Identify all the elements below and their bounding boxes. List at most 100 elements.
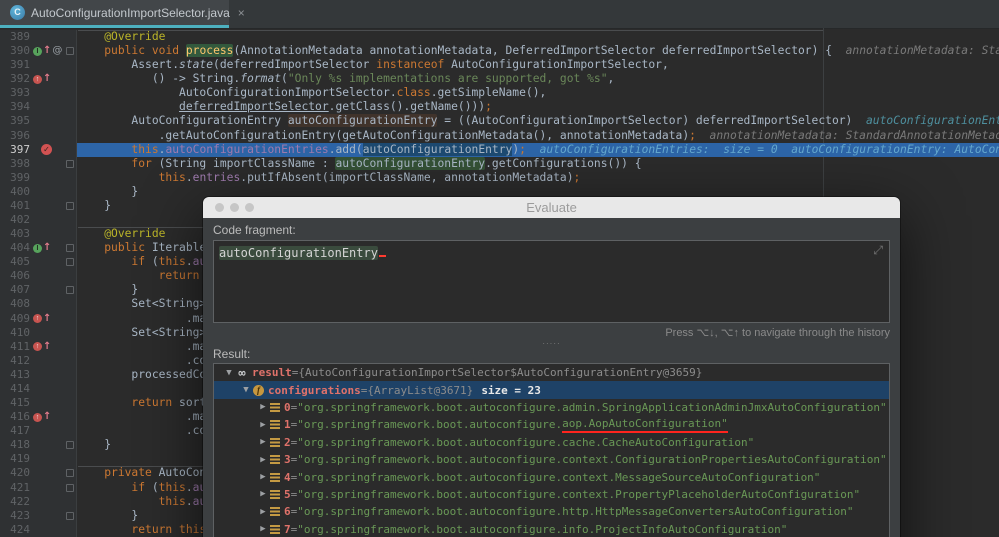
code-fragment-input[interactable]: autoConfigurationEntry ⤢ [213,240,890,323]
fold-marker-icon[interactable] [66,47,74,56]
expander-icon[interactable]: ▼ [222,368,236,378]
line-number[interactable]: 398 [0,157,30,171]
code-line[interactable]: Assert.state(deferredImportSelector inst… [77,58,999,72]
gutter-icons [30,171,33,185]
line-number[interactable]: 392 [0,72,30,86]
line-number[interactable]: 394 [0,100,30,114]
expander-icon[interactable]: ▶ [256,507,270,517]
fold-marker-icon[interactable] [66,201,74,210]
evaluate-dialog: Evaluate Code fragment: autoConfiguratio… [203,197,900,537]
line-number[interactable]: 421 [0,481,30,495]
code-line[interactable]: AutoConfigurationImportSelector.class.ge… [77,86,999,100]
tree-row-6[interactable]: ▶ 6 = "org.springframework.boot.autoconfi… [214,503,889,520]
fold-marker-icon[interactable] [66,159,74,168]
dialog-titlebar[interactable]: Evaluate [203,197,900,218]
line-number[interactable]: 414 [0,382,30,396]
code-line[interactable]: this.entries.putIfAbsent(importClassName… [77,171,999,185]
line-number[interactable]: 420 [0,466,30,480]
code-line[interactable]: this.autoConfigurationEntries.add(autoCo… [77,142,999,157]
code-line[interactable]: .getAutoConfigurationEntry(getAutoConfig… [77,129,999,143]
line-number[interactable]: 402 [0,213,30,227]
line-number[interactable]: 422 [0,495,30,509]
line-number[interactable]: 418 [0,438,30,452]
gutter-icons: ↑ ↑ [30,72,51,86]
tree-row-0[interactable]: ▶ 0 = "org.springframework.boot.autoconfi… [214,399,889,416]
gutter-icons [30,114,33,128]
line-number[interactable]: 405 [0,255,30,269]
line-number[interactable]: 390 [0,44,30,58]
line-number[interactable]: 401 [0,199,30,213]
expander-icon[interactable]: ▶ [256,402,270,412]
minimize-window-icon[interactable] [230,203,239,212]
code-line[interactable]: () -> String.format("Only %s implementat… [77,72,999,86]
gutter: 399 [0,170,77,185]
breakpoint-verified-icon[interactable]: ✓ [41,144,52,156]
line-number[interactable]: 413 [0,368,30,382]
gutter-icons [30,452,33,466]
fold-marker-icon[interactable] [66,469,74,478]
line-number[interactable]: 406 [0,269,30,283]
gutter-icons [30,354,33,368]
gutter-icons [30,227,33,241]
line-number[interactable]: 416 [0,410,30,424]
code-line[interactable]: @Override [77,30,999,44]
line-number[interactable]: 423 [0,509,30,523]
line-number[interactable]: 419 [0,452,30,466]
code-line[interactable]: deferredImportSelector.getClass().getNam… [77,100,999,114]
line-number[interactable]: 403 [0,227,30,241]
line-number[interactable]: 393 [0,86,30,100]
tree-row-4[interactable]: ▶ 4 = "org.springframework.boot.autoconfi… [214,468,889,485]
expander-icon[interactable]: ▶ [256,455,270,465]
expander-icon[interactable]: ▼ [239,385,253,395]
line-number[interactable]: 409 [0,312,30,326]
line-number[interactable]: 396 [0,129,30,143]
tree-row-5[interactable]: ▶ 5 = "org.springframework.boot.autoconfi… [214,486,889,503]
tab-close-icon[interactable]: × [238,7,245,19]
fold-marker-icon[interactable] [66,511,74,520]
tree-row-1[interactable]: ▶ 1 = "org.springframework.boot.autoconfi… [214,416,889,433]
line-number[interactable]: 411 [0,340,30,354]
tree-row-2[interactable]: ▶ 2 = "org.springframework.boot.autoconfi… [214,434,889,451]
fold-marker-icon[interactable] [66,483,74,492]
expander-icon[interactable]: ▶ [256,437,270,447]
expander-icon[interactable]: ▶ [256,524,270,534]
tree-row-7[interactable]: ▶ 7 = "org.springframework.boot.autoconfi… [214,521,889,537]
array-item-icon [270,472,280,482]
fold-marker-icon[interactable] [66,441,74,450]
line-number[interactable]: 410 [0,326,30,340]
line-number[interactable]: 404 [0,241,30,255]
code-fragment-value: autoConfigurationEntry [219,246,378,260]
code-line[interactable]: for (String importClassName : autoConfig… [77,156,999,171]
line-number[interactable]: 389 [0,30,30,44]
close-window-icon[interactable] [215,203,224,212]
tree-row-configurations[interactable]: ▼ f configurations = {ArrayList@3671} size … [214,381,889,399]
fold-marker-icon[interactable] [66,258,74,267]
tab-autoconfigurationimportselector[interactable]: C AutoConfigurationImportSelector.java × [0,0,245,25]
expander-icon[interactable]: ▶ [256,489,270,499]
line-number[interactable]: 408 [0,297,30,311]
node-name: configurations [268,383,361,397]
array-item-icon [270,524,280,534]
line-number[interactable]: 415 [0,396,30,410]
fold-marker-icon[interactable] [66,286,74,295]
code-line[interactable]: public void process(AnnotationMetadata a… [77,44,999,58]
zoom-window-icon[interactable] [245,203,254,212]
expander-icon[interactable]: ▶ [256,472,270,482]
line-number[interactable]: 399 [0,171,30,185]
code-line[interactable]: AutoConfigurationEntry autoConfiguration… [77,114,999,128]
tree-row-result[interactable]: ▼ ∞ result = {AutoConfigurationImportSelec… [214,364,889,381]
line-number[interactable]: 395 [0,114,30,128]
splitter-handle[interactable]: ····· [213,340,890,348]
line-number[interactable]: 407 [0,283,30,297]
expand-editor-icon[interactable]: ⤢ [873,243,883,258]
line-number[interactable]: 391 [0,58,30,72]
expander-icon[interactable]: ▶ [256,420,270,430]
node-name: 7 [284,522,291,536]
line-number[interactable]: 412 [0,354,30,368]
line-number[interactable]: 417 [0,424,30,438]
fold-marker-icon[interactable] [66,244,74,253]
tree-row-3[interactable]: ▶ 3 = "org.springframework.boot.autoconfi… [214,451,889,468]
line-number[interactable]: 397 [0,143,30,157]
line-number[interactable]: 424 [0,523,30,537]
line-number[interactable]: 400 [0,185,30,199]
